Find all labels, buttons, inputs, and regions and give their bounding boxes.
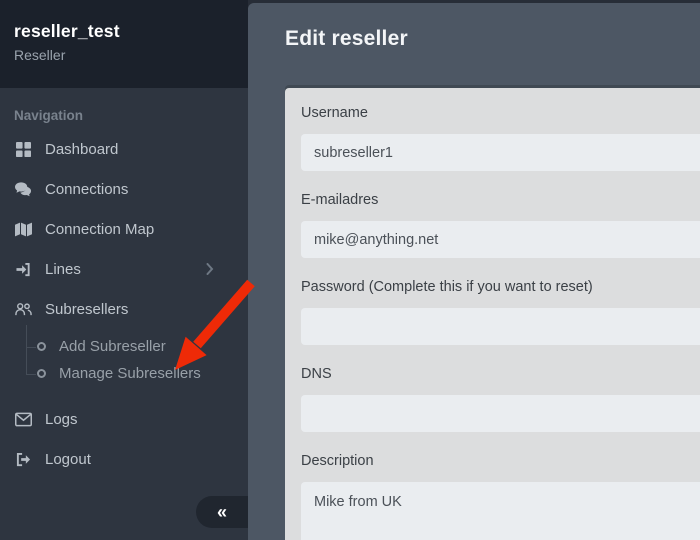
subresellers-submenu: Add Subreseller Manage Subresellers [26, 325, 248, 387]
dns-label: DNS [301, 366, 332, 382]
sidebar-nav: Dashboard Connections Connection Map Lin… [0, 129, 248, 479]
sidebar-collapse-button[interactable]: « [196, 496, 248, 528]
sidebar-item-label: Lines [45, 260, 81, 278]
sidebar-item-label: Subresellers [45, 300, 129, 318]
main-content: Edit reseller Username E-mailadres Passw… [248, 0, 700, 540]
circle-bullet-icon [37, 342, 46, 351]
sidebar-item-label: Dashboard [45, 140, 119, 158]
sidebar-item-logout[interactable]: Logout [0, 439, 248, 479]
description-textarea[interactable]: Mike from UK [301, 482, 700, 540]
password-label: Password (Complete this if you want to r… [301, 279, 593, 295]
content-panel: Edit reseller Username E-mailadres Passw… [248, 3, 700, 540]
comments-icon [14, 181, 33, 198]
sidebar: reseller_test Reseller Navigation Dashbo… [0, 0, 248, 540]
sidebar-profile: reseller_test Reseller [0, 0, 248, 88]
nav-section-header: Navigation [14, 108, 84, 123]
profile-role: Reseller [14, 47, 66, 63]
sign-in-icon [14, 261, 33, 278]
sidebar-item-connection-map[interactable]: Connection Map [0, 209, 248, 249]
sidebar-item-label: Logs [45, 410, 78, 428]
sidebar-subitem-label: Manage Subresellers [59, 365, 201, 382]
username-input[interactable] [301, 134, 700, 171]
sidebar-item-label: Logout [45, 450, 91, 468]
sidebar-subitem-label: Add Subreseller [59, 338, 166, 355]
sidebar-item-subresellers[interactable]: Subresellers [0, 289, 248, 329]
page-title: Edit reseller [285, 27, 408, 50]
edit-reseller-form: Username E-mailadres Password (Complete … [285, 88, 700, 540]
email-label: E-mailadres [301, 192, 379, 208]
users-icon [14, 301, 33, 318]
sidebar-item-label: Connections [45, 180, 129, 198]
sidebar-item-connections[interactable]: Connections [0, 169, 248, 209]
dashboard-grid-icon [14, 141, 33, 158]
chevron-right-icon [206, 263, 214, 275]
sidebar-item-label: Connection Map [45, 220, 155, 238]
sidebar-item-logs[interactable]: Logs [0, 399, 248, 439]
form-field-username: Username [301, 105, 700, 171]
dns-input[interactable] [301, 395, 700, 432]
form-field-description: Description Mike from UK [301, 453, 700, 540]
sidebar-item-lines[interactable]: Lines [0, 249, 248, 289]
username-label: Username [301, 105, 368, 121]
password-input[interactable] [301, 308, 700, 345]
form-field-dns: DNS [301, 366, 700, 432]
sidebar-subitem-manage-subresellers[interactable]: Manage Subresellers [26, 360, 248, 387]
map-icon [14, 221, 33, 238]
email-input[interactable] [301, 221, 700, 258]
sidebar-item-dashboard[interactable]: Dashboard [0, 129, 248, 169]
envelope-icon [14, 411, 33, 428]
profile-username: reseller_test [14, 21, 120, 41]
form-field-email: E-mailadres [301, 192, 700, 258]
description-label: Description [301, 453, 374, 469]
circle-bullet-icon [37, 369, 46, 378]
sign-out-icon [14, 451, 33, 468]
form-field-password: Password (Complete this if you want to r… [301, 279, 700, 345]
sidebar-subitem-add-subreseller[interactable]: Add Subreseller [26, 333, 248, 360]
